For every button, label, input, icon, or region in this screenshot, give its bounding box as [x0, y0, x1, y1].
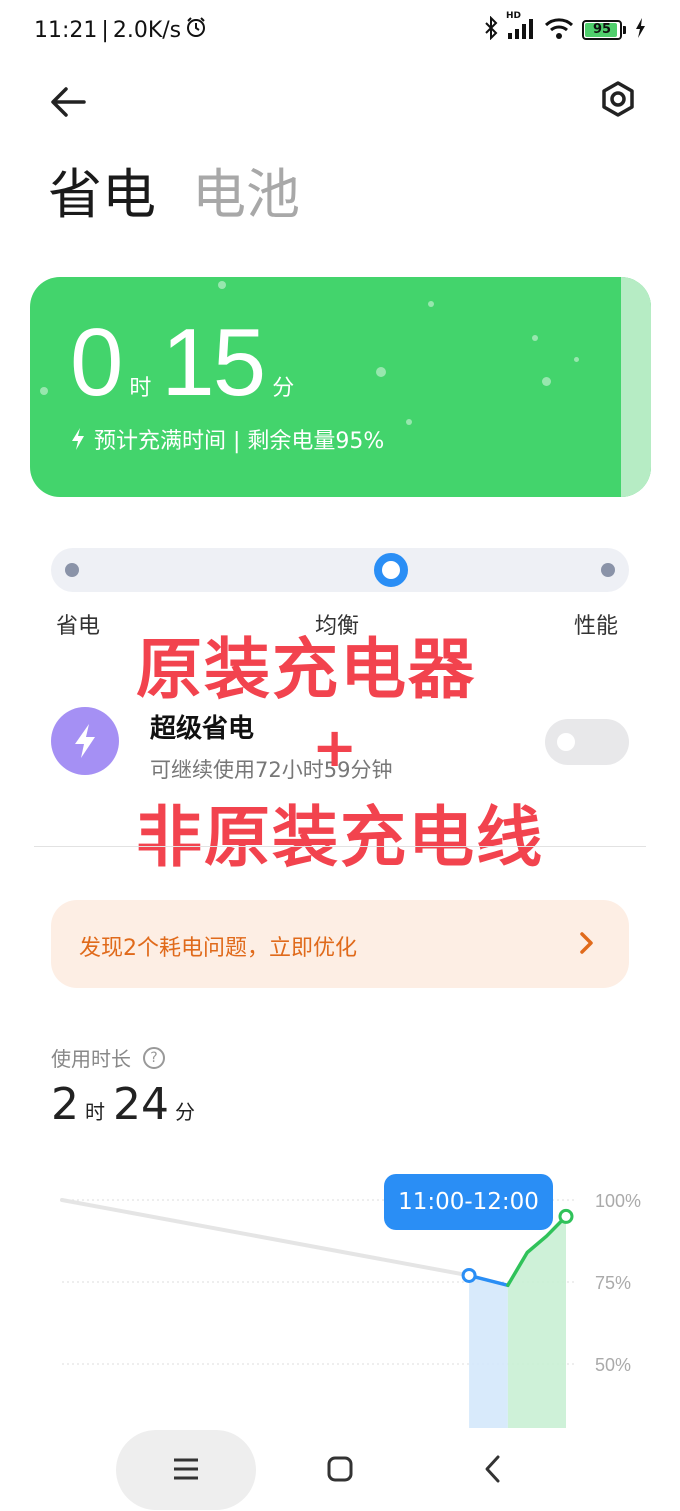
charge-minutes: 15 [161, 309, 266, 416]
charging-bolt-icon [634, 17, 646, 43]
super-saver-toggle[interactable] [545, 719, 629, 765]
usage-hours-unit: 时 [85, 1100, 105, 1124]
charge-hours-unit: 时 [129, 376, 152, 401]
tab-power-saving[interactable]: 省电 [48, 160, 156, 230]
charge-subtitle-row: 预计充满时间 | 剩余电量95% [70, 423, 384, 455]
optimize-banner-text: 发现2个耗电问题，立即优化 [79, 936, 357, 961]
bluetooth-icon [484, 15, 498, 44]
overlay-non-original-cable: 非原装充电线 [136, 799, 544, 876]
divider [34, 846, 646, 847]
mode-label-performance: 性能 [574, 614, 619, 639]
performance-mode-slider[interactable] [51, 548, 629, 592]
overlay-plus: + [312, 716, 360, 779]
super-saver-title: 超级省电 [150, 714, 255, 744]
page-tabs: 省电 电池 [48, 160, 300, 230]
network-speed: 2.0K/s [112, 17, 182, 43]
usage-minutes-unit: 分 [175, 1100, 195, 1124]
status-bar: 11:21 | 2.0K/s HD 95 [0, 0, 680, 62]
wifi-icon [544, 17, 574, 43]
usage-hours: 2 [51, 1079, 79, 1130]
settings-button[interactable] [596, 78, 640, 122]
mode-stop-power-saving[interactable] [65, 563, 79, 577]
charge-time-remaining: 0 时 15 分 [70, 313, 304, 413]
alarm-icon [185, 16, 207, 44]
chart-point-marker [461, 1267, 477, 1283]
mode-stop-performance[interactable] [601, 563, 615, 577]
charge-minutes-unit: 分 [272, 376, 295, 401]
battery-level: 95 [592, 22, 612, 37]
system-nav-bar [0, 1428, 680, 1511]
battery-level-chart: 100% 75% 50% [60, 1191, 641, 1430]
charge-card: 0 时 15 分 预计充满时间 | 剩余电量95% [30, 277, 651, 497]
menu-icon[interactable] [172, 1456, 200, 1486]
usage-minutes: 24 [113, 1079, 169, 1130]
mode-label-power-saving: 省电 [56, 614, 101, 639]
chart-y-tick-label: 75% [595, 1273, 631, 1293]
optimize-banner[interactable]: 发现2个耗电问题，立即优化 [51, 900, 629, 988]
super-saver-icon-badge [51, 707, 119, 775]
status-left: 11:21 | 2.0K/s [34, 16, 207, 44]
bolt-icon [75, 724, 95, 758]
signal-icon: HD [506, 11, 536, 43]
question-icon[interactable]: ? [143, 1046, 165, 1069]
usage-label-row: 使用时长 ? [51, 1043, 165, 1072]
back-button[interactable] [46, 80, 90, 124]
chart-y-tick-label: 100% [595, 1191, 641, 1211]
home-icon[interactable] [326, 1455, 354, 1487]
battery-icon: 95 [582, 20, 622, 40]
status-separator: | [101, 17, 109, 43]
signal-badge: HD [506, 11, 522, 21]
overlay-original-charger: 原装充电器 [136, 631, 476, 708]
charge-subtitle: 预计充满时间 | 剩余电量95% [94, 429, 385, 454]
tab-battery[interactable]: 电池 [192, 160, 300, 230]
mode-slider-knob[interactable] [374, 553, 408, 587]
chart-point-marker [558, 1208, 574, 1224]
status-right: HD 95 [484, 11, 646, 44]
status-time: 11:21 [34, 17, 98, 43]
chart-y-tick-label: 50% [595, 1355, 631, 1375]
chart-highlight-bar [507, 1216, 566, 1430]
toggle-knob [557, 733, 575, 751]
usage-label: 使用时长 [51, 1047, 131, 1071]
charge-hours: 0 [70, 309, 123, 416]
charge-card-side [621, 277, 651, 497]
chevron-right-icon [579, 930, 595, 960]
back-arrow-icon [51, 87, 86, 117]
chart-highlight-bar [469, 1275, 508, 1430]
back-icon[interactable] [483, 1454, 503, 1488]
chart-tooltip: 11:00-12:00 [384, 1174, 553, 1230]
usage-duration: 2 时 24 分 [51, 1080, 203, 1130]
bolt-icon [72, 428, 84, 450]
battery-indicator: 95 [582, 20, 626, 40]
settings-icon [602, 81, 634, 117]
